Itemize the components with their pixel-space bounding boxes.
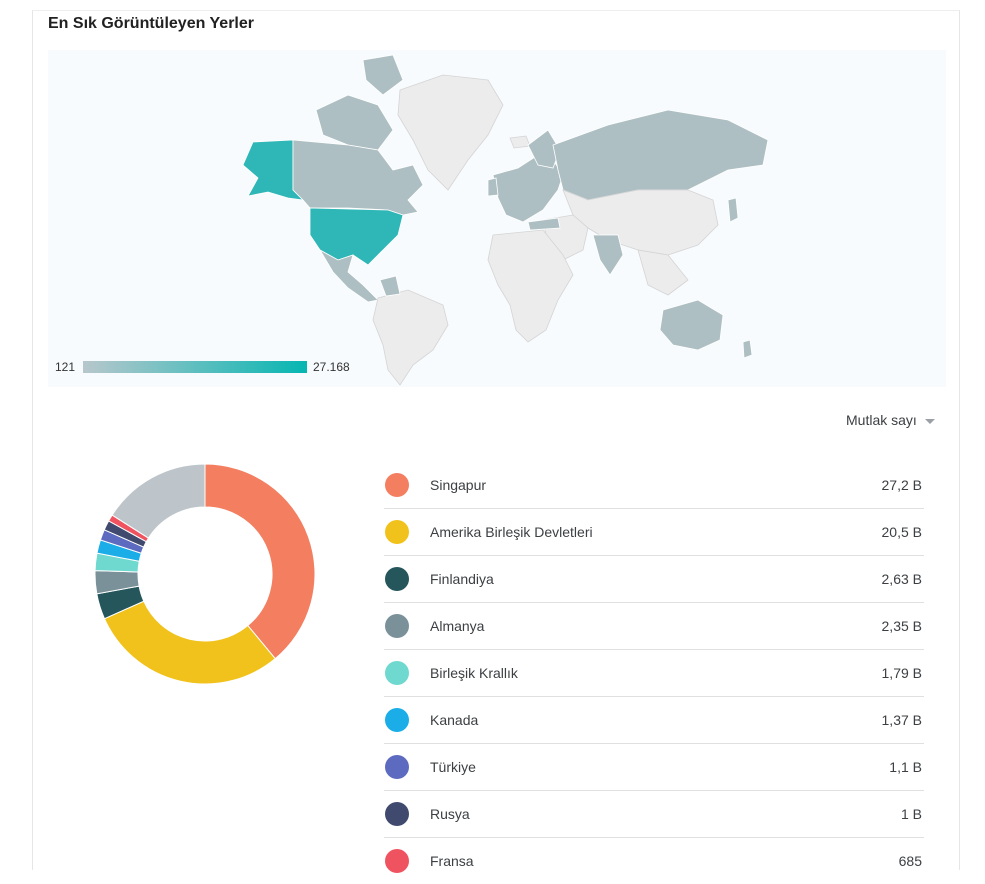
map-region-iceland[interactable] [509,135,531,149]
list-item[interactable]: Fransa 685 [384,838,924,884]
country-value: 2,63 B [881,571,922,587]
legend-swatch [385,755,409,779]
legend-swatch [385,708,409,732]
country-value: 20,5 B [881,524,922,540]
map-region-turkey[interactable] [527,217,561,231]
map-legend-max: 27.168 [313,360,350,374]
country-name: Amerika Birleşik Devletleri [430,524,593,540]
map-region-asia[interactable] [562,189,719,256]
country-value: 27,2 B [881,477,922,493]
map-region-uk[interactable] [487,177,499,197]
map-legend-min: 121 [55,360,76,374]
legend-swatch [385,473,409,497]
country-name: Türkiye [430,759,476,775]
world-map[interactable] [48,50,946,387]
donut-slice[interactable] [103,600,276,685]
list-item[interactable]: Rusya 1 B [384,791,924,838]
list-item[interactable]: Singapur 27,2 B [384,462,924,509]
list-item[interactable]: Finlandiya 2,63 B [384,556,924,603]
donut-chart[interactable] [93,462,317,686]
country-value: 2,35 B [881,618,922,634]
country-value: 1 B [900,806,922,822]
legend-swatch [385,802,409,826]
map-region-japan[interactable] [727,197,739,223]
map-region-india[interactable] [592,234,624,276]
list-item[interactable]: Amerika Birleşik Devletleri 20,5 B [384,509,924,556]
legend-swatch [385,614,409,638]
caret-down-icon [924,418,935,424]
country-name: Birleşik Krallık [430,665,518,681]
map-legend-gradient [83,361,307,373]
map-region-australia[interactable] [659,299,724,351]
country-name: Singapur [430,477,487,493]
country-name: Finlandiya [430,571,494,587]
country-value: 1,1 B [889,759,922,775]
metric-dropdown[interactable]: Mutlak sayı [846,412,935,428]
country-name: Kanada [430,712,479,728]
map-region-canada[interactable] [292,139,424,216]
list-item[interactable]: Türkiye 1,1 B [384,744,924,791]
country-value: 685 [898,853,922,869]
map-region-canada-islands[interactable] [315,94,394,151]
legend-swatch [385,520,409,544]
legend-swatch [385,849,409,873]
donut-slice[interactable] [204,463,316,660]
legend-swatch [385,661,409,685]
country-name: Fransa [430,853,474,869]
list-item[interactable]: Almanya 2,35 B [384,603,924,650]
map-region-south-america[interactable] [372,289,449,386]
country-value: 1,37 B [881,712,922,728]
map-region-canada-islands[interactable] [362,54,404,96]
map-region-new-zealand[interactable] [742,339,753,359]
world-map-svg [242,54,769,386]
section-title: En Sık Görüntüleyen Yerler [48,15,254,32]
list-item[interactable]: Birleşik Krallık 1,79 B [384,650,924,697]
map-region-russia[interactable] [552,109,769,201]
list-item[interactable]: Kanada 1,37 B [384,697,924,744]
country-list: Singapur 27,2 B Amerika Birleşik Devletler… [384,462,924,884]
metric-dropdown-label: Mutlak sayı [846,412,917,428]
country-name: Rusya [430,806,470,822]
map-region-colombia[interactable] [379,275,401,297]
legend-swatch [385,567,409,591]
map-region-se-asia[interactable] [637,249,689,296]
country-name: Almanya [430,618,485,634]
country-value: 1,79 B [881,665,922,681]
